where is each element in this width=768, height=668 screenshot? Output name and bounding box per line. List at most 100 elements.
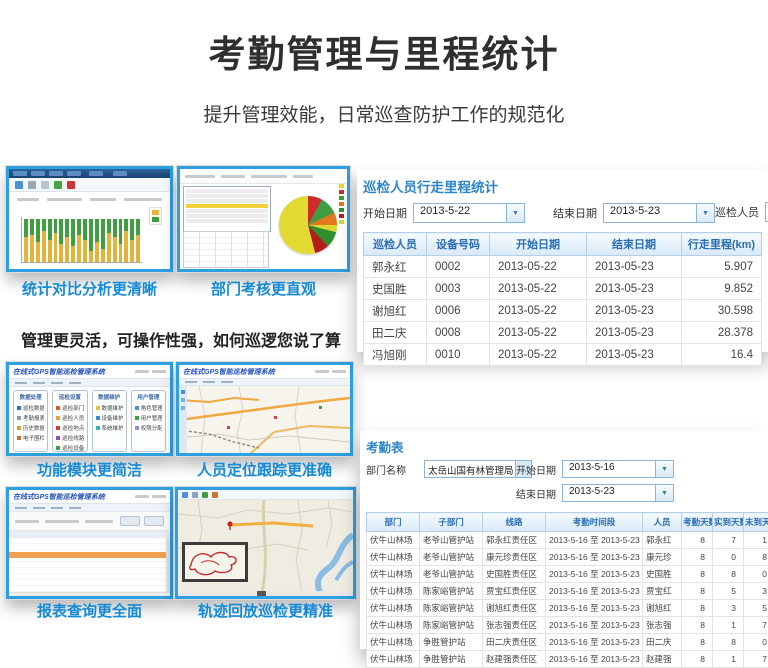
column-header: 考勤天数 bbox=[682, 513, 713, 532]
module-item[interactable]: 巡检数据 bbox=[17, 404, 44, 412]
table-cell: 8 bbox=[682, 651, 713, 668]
module-item[interactable]: 数据维护 bbox=[96, 404, 123, 412]
grid-rows bbox=[9, 538, 166, 592]
module-panel: 用户管理角色管理用户管理权限分配 bbox=[131, 390, 166, 452]
table-cell: 争胜管护站 bbox=[420, 651, 483, 668]
department-input[interactable]: 太岳山国有林管理局 bbox=[424, 460, 516, 478]
table-cell: 郭永红 bbox=[643, 532, 682, 549]
legend-chip bbox=[152, 210, 159, 215]
module-item-label: 设备维护 bbox=[102, 414, 123, 422]
text-line bbox=[135, 370, 149, 373]
module-item[interactable]: 巡检设备 bbox=[56, 444, 83, 452]
table-row[interactable]: 伏牛山林场争胜管护站赵建强责任区2013-5-16 至 2013-5-23赵建强… bbox=[367, 651, 768, 668]
text-line bbox=[15, 520, 39, 523]
end-date-select[interactable]: 2013-5-23 ▼ bbox=[562, 484, 674, 502]
module-item[interactable]: 电子围栏 bbox=[17, 434, 44, 442]
table-cell: 2013-5-16 至 2013-5-23 bbox=[546, 549, 643, 566]
column-header: 人员 bbox=[643, 513, 682, 532]
table-row[interactable]: 冯旭刚00102013-05-222013-05-2316.4 bbox=[364, 344, 762, 366]
tab bbox=[67, 171, 81, 176]
module-item-icon bbox=[56, 406, 60, 410]
module-item[interactable]: 巡检线路 bbox=[56, 434, 83, 442]
start-date-label: 开始日期 bbox=[516, 462, 556, 477]
mid-text: 管理更灵活，可操作性强，如何巡逻您说了算 bbox=[0, 327, 362, 351]
module-item[interactable]: 巡检部门 bbox=[56, 404, 83, 412]
stacked-bar bbox=[59, 217, 63, 262]
app-title: 在线式GPS智能巡检管理系统 bbox=[13, 492, 105, 502]
table-row[interactable]: 伏牛山林场陈家峪管护站张志强责任区2013-5-16 至 2013-5-23张志… bbox=[367, 617, 768, 634]
module-item[interactable]: 巡检人员 bbox=[56, 414, 83, 422]
table-header-row: 部门子部门线路考勤时间段人员考勤天数实到天数未到天数备注 bbox=[367, 513, 768, 532]
module-item-icon bbox=[135, 416, 139, 420]
table-row[interactable]: 田二庆00082013-05-222013-05-2328.378 bbox=[364, 322, 762, 344]
window-titlebar: 在线式GPS智能巡检管理系统 bbox=[179, 365, 350, 379]
module-item[interactable]: 权限分配 bbox=[135, 424, 162, 432]
track-path bbox=[185, 545, 245, 579]
table-row[interactable]: 伏牛山林场陈家峪管护站贾宝红责任区2013-5-16 至 2013-5-23贾宝… bbox=[367, 583, 768, 600]
start-date-filter: 开始日期 2013-5-16 ▼ bbox=[516, 460, 674, 478]
end-date-select[interactable]: 2013-5-23 ▼ bbox=[603, 203, 715, 223]
table-cell: 8 bbox=[682, 549, 713, 566]
table-row[interactable]: 伏牛山林场老爷山管护站史国胜责任区2013-5-16 至 2013-5-23史国… bbox=[367, 566, 768, 583]
legend-chip bbox=[152, 217, 159, 222]
start-date-select[interactable]: 2013-5-16 ▼ bbox=[562, 460, 674, 478]
menu-item bbox=[33, 382, 45, 384]
table-row[interactable]: 伏牛山林场争胜管护站田二庆责任区2013-5-16 至 2013-5-23田二庆… bbox=[367, 634, 768, 651]
table-row[interactable]: 伏牛山林场陈家峪管护站谢旭红责任区2013-5-16 至 2013-5-23谢旭… bbox=[367, 600, 768, 617]
text-line bbox=[221, 175, 245, 178]
dropdown-arrow-icon[interactable]: ▼ bbox=[655, 485, 673, 501]
menu-item bbox=[51, 507, 63, 509]
module-item[interactable]: 用户管理 bbox=[135, 414, 162, 422]
map-toolbar bbox=[178, 490, 353, 500]
toolbar-icon bbox=[192, 492, 198, 498]
stacked-bar bbox=[24, 217, 28, 262]
start-date-select[interactable]: 2013-5-22 ▼ bbox=[413, 203, 525, 223]
table-row[interactable]: 伏牛山林场老爷山管护站康元珍责任区2013-5-16 至 2013-5-23康元… bbox=[367, 549, 768, 566]
menu-item bbox=[185, 381, 197, 383]
module-item-label: 考勤报表 bbox=[23, 414, 44, 422]
dropdown-arrow-icon[interactable]: ▼ bbox=[655, 461, 673, 477]
start-date-value: 2013-5-16 bbox=[563, 461, 655, 477]
table-cell: 1 bbox=[713, 617, 744, 634]
pie-chart bbox=[279, 196, 337, 254]
module-item[interactable]: 历史数据 bbox=[17, 424, 44, 432]
stacked-bar bbox=[130, 217, 134, 262]
module-item[interactable]: 考勤报表 bbox=[17, 414, 44, 422]
dropdown-arrow-icon[interactable]: ▼ bbox=[696, 204, 714, 222]
table-cell: 伏牛山林场 bbox=[367, 566, 420, 583]
screenshot-pie-chart bbox=[177, 166, 350, 272]
legend-chip bbox=[339, 220, 344, 224]
table-row[interactable]: 郭永红00022013-05-222013-05-235.907 bbox=[364, 256, 762, 278]
table-row[interactable]: 史国胜00032013-05-222013-05-239.852 bbox=[364, 278, 762, 300]
stacked-bar bbox=[42, 217, 46, 262]
table-cell: 陈家峪管护站 bbox=[420, 600, 483, 617]
attendance-table: 部门子部门线路考勤时间段人员考勤天数实到天数未到天数备注 伏牛山林场老爷山管护站… bbox=[366, 512, 768, 668]
toolbar-icon bbox=[67, 181, 75, 189]
toolbar-icon bbox=[202, 492, 208, 498]
legend-chip bbox=[339, 196, 344, 200]
module-item[interactable]: 角色管理 bbox=[135, 404, 162, 412]
module-item-label: 巡检人员 bbox=[62, 414, 83, 422]
table-cell: 伏牛山林场 bbox=[367, 583, 420, 600]
table-cell: 2013-5-16 至 2013-5-23 bbox=[546, 600, 643, 617]
track-inset bbox=[182, 542, 248, 582]
table-cell: 3 bbox=[713, 600, 744, 617]
table-row[interactable]: 伏牛山林场老爷山管护站郭永红责任区2013-5-16 至 2013-5-23郭永… bbox=[367, 532, 768, 549]
tab bbox=[113, 171, 127, 176]
module-item[interactable]: 系统维护 bbox=[96, 424, 123, 432]
table-cell: 伏牛山林场 bbox=[367, 617, 420, 634]
column-header: 考勤时间段 bbox=[546, 513, 643, 532]
table-cell: 康元珍责任区 bbox=[483, 549, 546, 566]
module-item-icon bbox=[96, 416, 100, 420]
table-cell: 张志强责任区 bbox=[483, 617, 546, 634]
module-item[interactable]: 巡检地点 bbox=[56, 424, 83, 432]
screenshot-report: 在线式GPS智能巡检管理系统 bbox=[6, 487, 173, 599]
module-item[interactable]: 设备维护 bbox=[96, 414, 123, 422]
module-item-icon bbox=[56, 436, 60, 440]
attendance-panel: 考勤表 部门名称 太岳山国有林管理局 ... 开始日期 2013-5-16 ▼ … bbox=[360, 431, 768, 649]
stacked-bar bbox=[48, 217, 52, 262]
table-row[interactable]: 谢旭红00062013-05-222013-05-2330.598 bbox=[364, 300, 762, 322]
dropdown-arrow-icon[interactable]: ▼ bbox=[506, 204, 524, 222]
module-panel-header: 数据处理 bbox=[14, 391, 47, 402]
column-header: 线路 bbox=[483, 513, 546, 532]
